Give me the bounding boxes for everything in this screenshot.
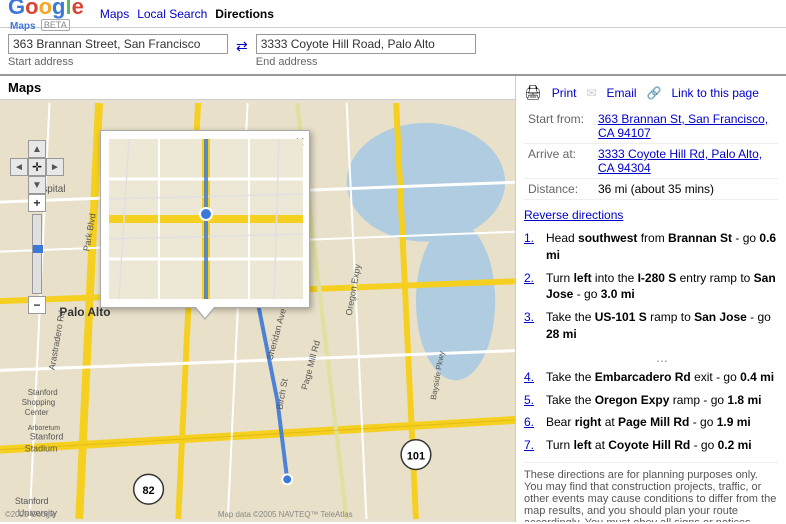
- step-item: 7. Turn left at Coyote Hill Rd - go 0.2 …: [524, 437, 778, 454]
- nav-local-search-link[interactable]: Local Search: [137, 7, 207, 21]
- reverse-directions-link[interactable]: Reverse directions: [524, 208, 778, 222]
- dir-actions: 🖨 Print ✉ Email 🔗 Link to this page: [524, 84, 778, 101]
- address-bar: Start address ⇄ End address: [0, 28, 786, 76]
- distance-label: Distance:: [524, 179, 594, 200]
- start-value-link[interactable]: 363 Brannan St, San Francisco, CA 94107: [598, 112, 768, 140]
- svg-text:Stanford: Stanford: [28, 388, 58, 397]
- step-num-5[interactable]: 5.: [524, 392, 542, 409]
- pan-left-button[interactable]: ◄: [10, 158, 28, 176]
- print-link[interactable]: Print: [552, 86, 577, 100]
- step-item: 3. Take the US-101 S ramp to San Jose - …: [524, 309, 778, 343]
- step-num-6[interactable]: 6.: [524, 414, 542, 431]
- step-num-4[interactable]: 4.: [524, 369, 542, 386]
- step-text-3: Take the US-101 S ramp to San Jose - go …: [546, 309, 778, 343]
- zoom-slider[interactable]: [32, 214, 42, 294]
- directions-panel: 🖨 Print ✉ Email 🔗 Link to this page Star…: [516, 76, 786, 522]
- to-address-section: End address: [256, 34, 476, 68]
- step-list: 1. Head southwest from Brannan St - go 0…: [524, 230, 778, 454]
- pan-down-button[interactable]: ▼: [28, 176, 46, 194]
- step-item: 6. Bear right at Page Mill Rd - go 1.9 m…: [524, 414, 778, 431]
- step-item: 2. Turn left into the I-280 S entry ramp…: [524, 270, 778, 304]
- svg-text:Stanford: Stanford: [15, 496, 49, 506]
- start-value: 363 Brannan St, San Francisco, CA 94107: [594, 109, 778, 144]
- pan-up-button[interactable]: ▲: [28, 140, 46, 158]
- zoom-out-button[interactable]: −: [28, 296, 46, 314]
- logo: Google Maps BETA: [8, 0, 84, 32]
- step-item: 4. Take the Embarcadero Rd exit - go 0.4…: [524, 369, 778, 386]
- to-address-label: End address: [256, 56, 476, 68]
- step-num-7[interactable]: 7.: [524, 437, 542, 454]
- popup-map-svg: [109, 139, 303, 299]
- from-address-label: Start address: [8, 56, 228, 68]
- map-area: Maps: [0, 76, 516, 522]
- from-address-section: Start address: [8, 34, 228, 68]
- step-num-1[interactable]: 1.: [524, 230, 542, 247]
- start-row: Start from: 363 Brannan St, San Francisc…: [524, 109, 778, 144]
- svg-text:Map data ©2005 NAVTEQ™ TeleAt: Map data ©2005 NAVTEQ™ TeleAtlas: [218, 510, 353, 519]
- step-item: 5. Take the Oregon Expy ramp - go 1.8 mi: [524, 392, 778, 409]
- link-link[interactable]: Link to this page: [672, 86, 759, 100]
- nav-maps-link[interactable]: Maps: [100, 7, 129, 21]
- svg-text:101: 101: [407, 451, 425, 463]
- svg-text:Stanford: Stanford: [30, 432, 64, 442]
- popup-map-area: [109, 139, 303, 299]
- beta-badge: BETA: [41, 19, 70, 31]
- nav-directions-active: Directions: [215, 7, 274, 21]
- svg-text:Shopping: Shopping: [22, 398, 55, 407]
- step-num-3[interactable]: 3.: [524, 309, 542, 326]
- step-text-1: Head southwest from Brannan St - go 0.6 …: [546, 230, 778, 264]
- step-item: 1. Head southwest from Brannan St - go 0…: [524, 230, 778, 264]
- map-canvas[interactable]: 101 82 Palo Alto Hospital Stanford Stadi…: [0, 100, 515, 522]
- arrive-row: Arrive at: 3333 Coyote Hill Rd, Palo Alt…: [524, 144, 778, 179]
- arrive-value: 3333 Coyote Hill Rd, Palo Alto, CA 94304: [594, 144, 778, 179]
- start-label: Start from:: [524, 109, 594, 144]
- step-text-7: Turn left at Coyote Hill Rd - go 0.2 mi: [546, 437, 752, 454]
- map-popup: ✕: [100, 130, 310, 308]
- map-title-bar: Maps: [0, 76, 515, 100]
- top-nav: Google Maps BETA Maps Local Search Direc…: [0, 0, 786, 28]
- zoom-handle[interactable]: [33, 245, 43, 253]
- svg-text:Center: Center: [25, 408, 49, 417]
- distance-row: Distance: 36 mi (about 35 mins): [524, 179, 778, 200]
- arrive-value-link[interactable]: 3333 Coyote Hill Rd, Palo Alto, CA 94304: [598, 147, 762, 175]
- distance-value: 36 mi (about 35 mins): [594, 179, 778, 200]
- sep1: ✉: [586, 86, 596, 100]
- svg-text:Arboretum: Arboretum: [28, 425, 61, 432]
- svg-text:©2005 Google: ©2005 Google: [5, 510, 57, 519]
- sep2: 🔗: [647, 86, 662, 100]
- step-text-2: Turn left into the I-280 S entry ramp to…: [546, 270, 778, 304]
- step-text-4: Take the Embarcadero Rd exit - go 0.4 mi: [546, 369, 774, 386]
- step-num-2[interactable]: 2.: [524, 270, 542, 287]
- arrive-label: Arrive at:: [524, 144, 594, 179]
- print-icon: 🖨: [524, 84, 542, 101]
- to-address-input[interactable]: [256, 34, 476, 54]
- from-address-input[interactable]: [8, 34, 228, 54]
- directions-info-table: Start from: 363 Brannan St, San Francisc…: [524, 109, 778, 200]
- pan-center-button[interactable]: ✛: [28, 158, 46, 176]
- zoom-in-button[interactable]: +: [28, 194, 46, 212]
- step-text-5: Take the Oregon Expy ramp - go 1.8 mi: [546, 392, 761, 409]
- google-logo-text: Google: [8, 0, 84, 19]
- swap-directions-icon[interactable]: ⇄: [236, 38, 248, 55]
- maps-sub-label: Maps: [10, 21, 36, 32]
- svg-text:Stadium: Stadium: [25, 444, 58, 454]
- step-text-6: Bear right at Page Mill Rd - go 1.9 mi: [546, 414, 751, 431]
- pan-right-button[interactable]: ►: [46, 158, 64, 176]
- disclaimer: These directions are for planning purpos…: [524, 462, 778, 522]
- svg-text:82: 82: [143, 485, 155, 497]
- map-title: Maps: [8, 80, 41, 95]
- email-link[interactable]: Email: [607, 86, 637, 100]
- main-content: Maps: [0, 76, 786, 522]
- zoom-controls: ▲ ◄ ✛ ► ▼ + −: [10, 140, 64, 314]
- step-dots: ...: [546, 349, 778, 365]
